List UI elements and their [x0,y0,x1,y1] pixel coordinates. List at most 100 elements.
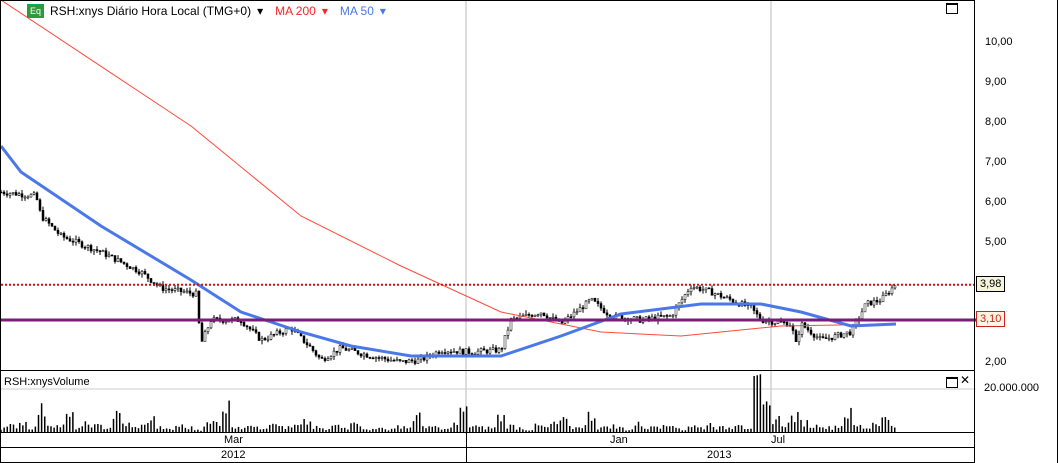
candle-body [215,317,219,319]
candle-body [683,294,687,300]
volume-pane[interactable]: RSH:xnysVolume ✕ [0,370,976,434]
candle-body [710,288,714,296]
candle-body [464,348,468,355]
candle-body [569,316,573,318]
candle-body [107,254,111,257]
candle-body [539,312,543,316]
candle-body [500,348,504,350]
candle-body [251,328,255,331]
price-pane[interactable]: Eq RSH:xnys Diário Hora Local (TMG+0) ▾ M… [0,0,976,372]
candle-body [692,287,696,289]
candle-body [62,233,66,238]
candle-body [815,336,819,339]
candle-body [305,342,309,346]
symbol-label[interactable]: RSH:xnys Diário Hora Local (TMG+0) [50,4,251,18]
candle-body [530,315,534,317]
candle-body [680,299,684,304]
candle-body [524,314,528,316]
year-label: 2012 [221,449,246,461]
candle-body [206,327,210,332]
candle-body [320,356,324,359]
candle-body [140,271,144,275]
ma200-dropdown-icon[interactable]: ▾ [322,4,328,18]
candle-body [185,290,189,293]
candle-body [17,193,21,196]
maximize-volume-icon[interactable] [946,377,958,388]
maximize-pane-icon[interactable] [946,3,958,14]
candle-body [245,325,249,328]
candle-body [89,245,93,252]
candle-body [461,348,465,355]
candle-body [137,271,141,275]
candle-body [371,357,375,360]
candle-body [275,330,279,335]
candle-body [101,250,105,253]
candle-body [575,311,579,314]
candle-body [527,314,531,316]
candle-body [1,191,3,194]
time-axis[interactable]: Mar Jan Jul 2012 2013 [0,432,975,463]
ma200-label[interactable]: MA 200 [275,4,316,18]
candle-body [5,193,9,196]
candle-body [866,300,870,305]
candle-body [881,295,885,302]
symbol-dropdown-icon[interactable]: ▾ [257,4,263,18]
candle-body [110,254,114,257]
candle-body [800,322,804,335]
candle-body [845,331,849,335]
candle-body [752,305,756,311]
candle-body [338,345,342,353]
candle-body [488,348,492,354]
candle-body [440,352,444,354]
month-label: Mar [224,434,243,446]
candle-body [635,316,639,318]
candle-body [725,296,729,299]
candle-body [32,192,36,195]
ma50-label[interactable]: MA 50 [340,4,374,18]
candle-body [131,267,135,269]
candle-body [719,293,723,298]
candle-body [233,317,237,319]
candle-body [581,307,585,310]
candle-body [239,321,243,323]
candle-body [833,334,837,340]
candle-body [197,290,201,324]
candle-body [545,315,549,319]
ma50-line [1,145,897,358]
candle-body [248,326,252,330]
candle-body [812,333,816,338]
ma50-dropdown-icon[interactable]: ▾ [380,4,386,18]
candle-body [869,300,873,306]
candle-body [443,352,447,354]
candle-body [125,263,129,267]
candle-body [593,298,597,302]
candle-body [44,218,48,221]
candle-body [599,303,603,309]
candle-body [11,192,15,194]
volume-tick: 20.000.000 [984,382,1040,394]
candle-body [485,349,489,354]
candle-body [836,332,840,335]
candle-body [587,299,591,302]
close-volume-icon[interactable]: ✕ [960,373,970,387]
candle-body [119,258,123,263]
candle-body [596,301,600,304]
candle-body [830,337,834,340]
candle-body [470,353,474,355]
candle-body [494,347,498,353]
candle-body [176,287,180,290]
candle-body [359,353,363,357]
candle-body [449,351,453,354]
candle-body [497,348,501,353]
candle-body [86,245,90,248]
candle-body [491,347,495,350]
candle-body [188,290,192,294]
candle-body [143,271,147,275]
candle-body [164,288,168,291]
candle-body [395,359,399,361]
candle-body [68,238,72,242]
candle-body [605,312,609,316]
price-tick: 6,00 [985,196,1007,208]
candle-body [422,356,426,361]
candle-body [80,241,84,248]
